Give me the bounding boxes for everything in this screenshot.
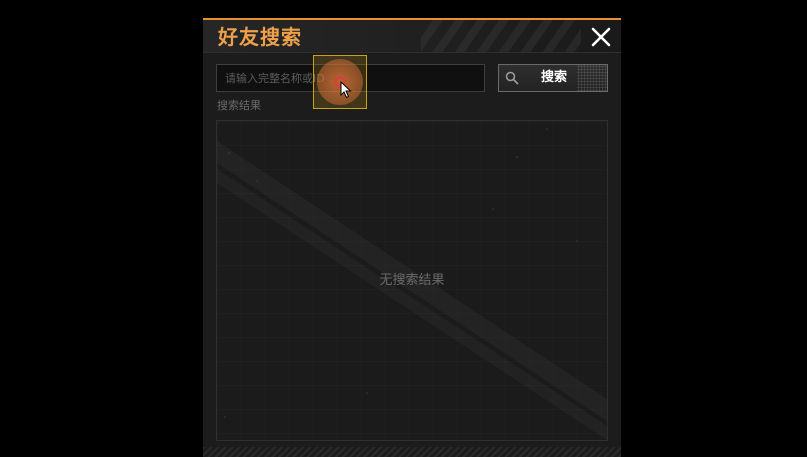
titlebar-stripes [421,20,581,52]
dialog-titlebar: 好友搜索 [203,20,621,53]
search-button[interactable]: 搜索 [498,64,608,92]
game-screen: 好友搜索 搜索 搜索结果 [0,0,807,457]
friend-search-dialog: 好友搜索 搜索 搜索结果 [203,18,621,457]
close-icon [591,27,611,47]
search-button-label: 搜索 [540,70,567,85]
dialog-bottom-edge [203,447,621,457]
close-button[interactable] [589,25,613,49]
results-panel: 无搜索结果 [216,120,608,441]
empty-results-text: 无搜索结果 [379,273,445,288]
dialog-title: 好友搜索 [218,25,302,49]
search-input[interactable] [216,64,485,92]
results-label: 搜索结果 [217,99,261,112]
